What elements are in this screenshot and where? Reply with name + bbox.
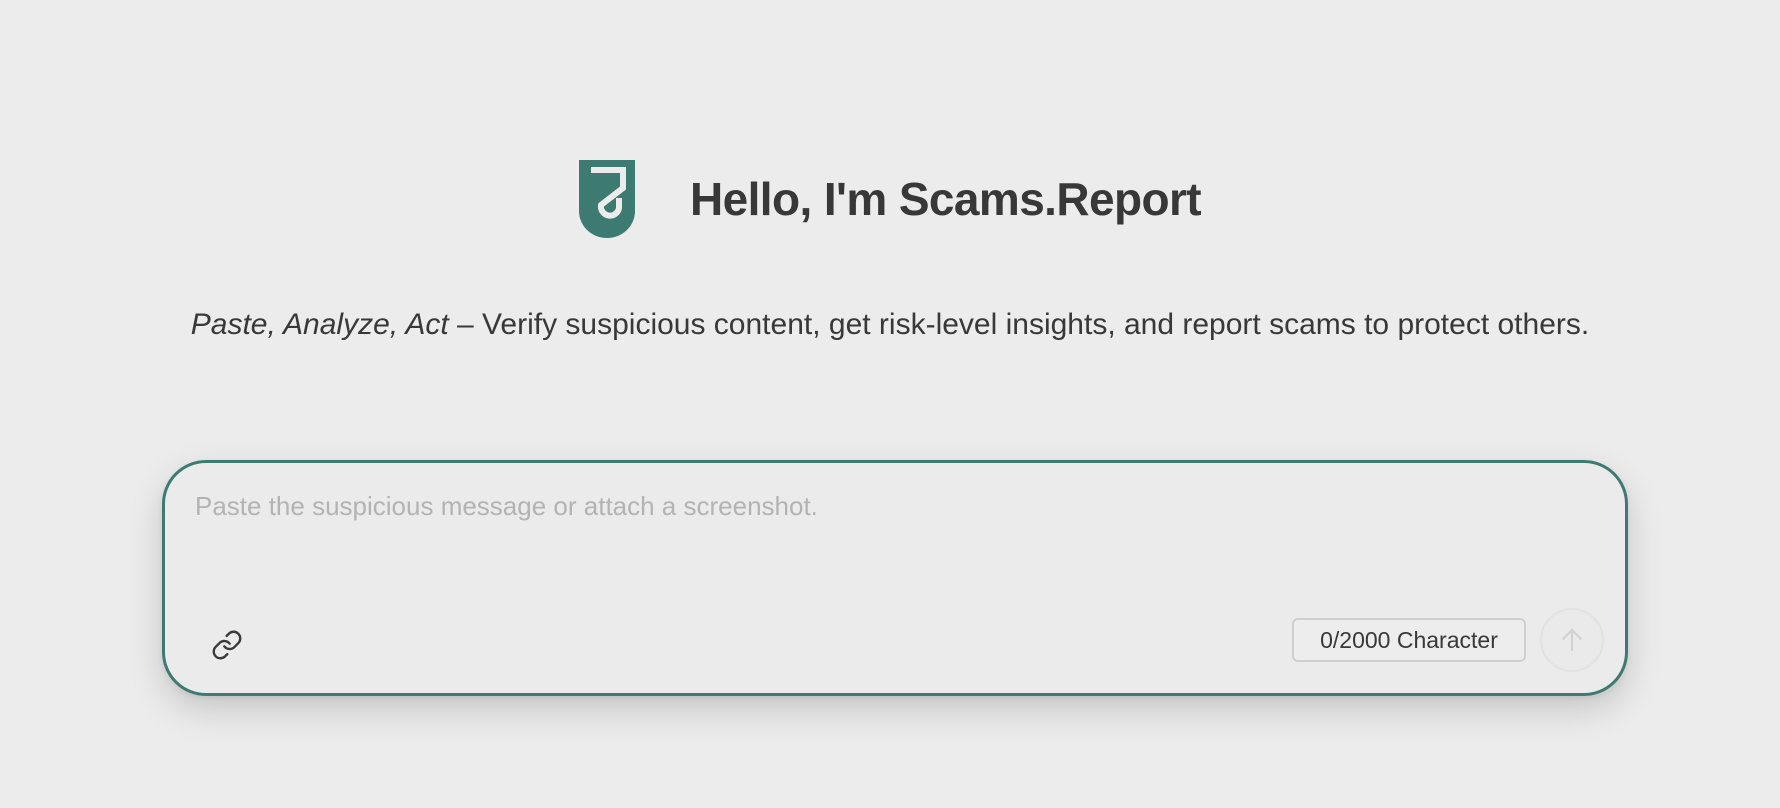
- hero-header: Hello, I'm Scams.Report: [0, 160, 1780, 238]
- character-counter: 0/2000 Character: [1292, 618, 1526, 662]
- arrow-up-icon: [1562, 628, 1582, 652]
- page-title: Hello, I'm Scams.Report: [690, 173, 1202, 225]
- tagline-emphasis: Paste, Analyze, Act: [190, 308, 449, 341]
- shield-s-logo-icon: [579, 160, 636, 238]
- tagline-text: – Verify suspicious content, get risk-le…: [448, 308, 1590, 341]
- send-button[interactable]: [1540, 608, 1604, 672]
- message-composer: 0/2000 Character: [162, 460, 1628, 696]
- link-icon: [212, 630, 242, 660]
- message-input[interactable]: [195, 491, 1575, 581]
- attach-link-button[interactable]: [207, 625, 247, 665]
- tagline: Paste, Analyze, Act – Verify suspicious …: [170, 300, 1610, 350]
